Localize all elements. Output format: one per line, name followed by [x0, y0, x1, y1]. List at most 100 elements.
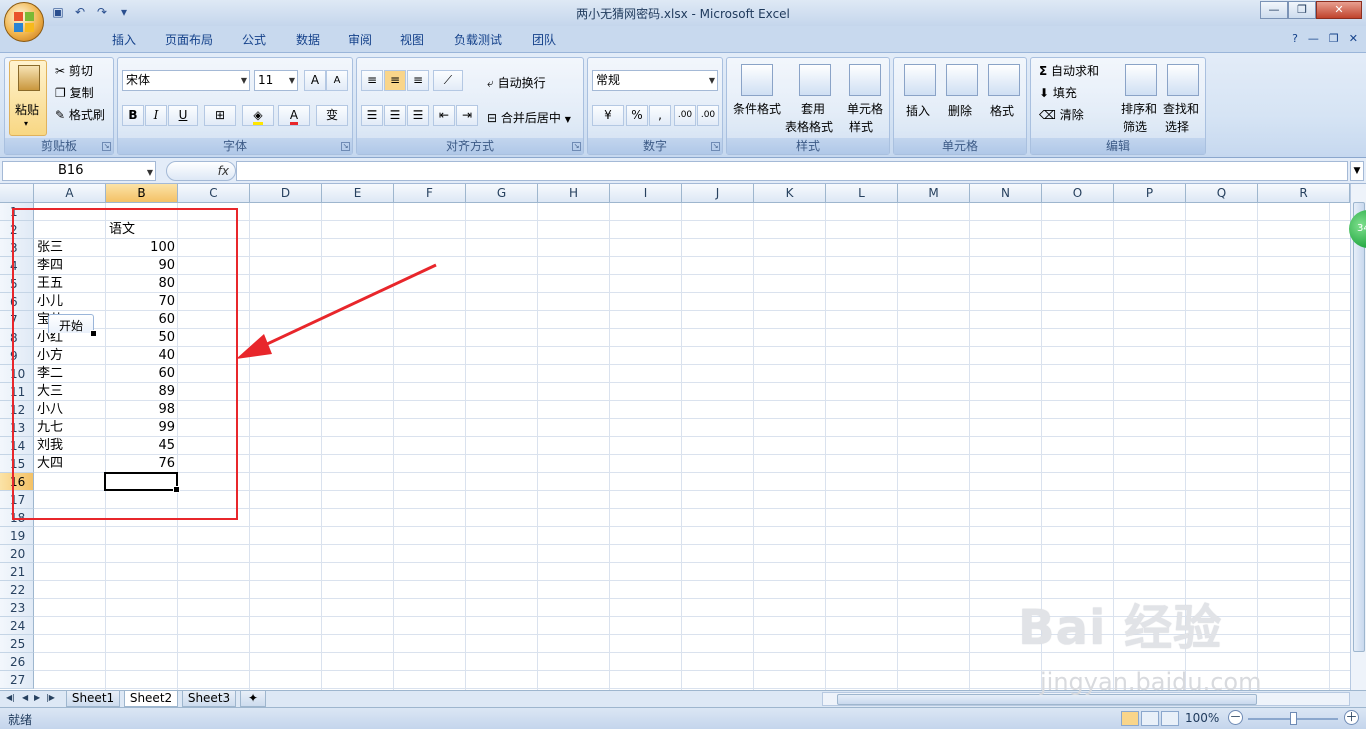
zoom-slider-thumb[interactable]	[1290, 712, 1297, 725]
tab-data[interactable]: 数据	[288, 29, 328, 52]
tab-load-test[interactable]: 负载测试	[446, 29, 510, 52]
underline-button[interactable]: U	[168, 105, 198, 126]
font-size-combo[interactable]: 11 ▼	[254, 70, 298, 91]
ribbon-restore-icon[interactable]: ❐	[1329, 32, 1339, 45]
align-bottom-button[interactable]: ≡	[407, 70, 429, 91]
grow-font-button[interactable]: A	[304, 70, 326, 91]
conditional-format-button[interactable]: 条件格式	[733, 100, 781, 117]
border-button[interactable]: ⊞	[204, 105, 236, 126]
align-right-button[interactable]: ☰	[407, 105, 429, 126]
sort-filter-button[interactable]: 排序和	[1121, 100, 1157, 117]
next-sheet-icon[interactable]: ▶	[34, 693, 40, 702]
help-icon[interactable]: ?	[1292, 32, 1298, 45]
bold-button[interactable]: B	[122, 105, 144, 126]
comma-button[interactable]: ,	[649, 105, 671, 126]
shrink-font-button[interactable]: A	[326, 70, 348, 91]
increase-decimal-button[interactable]: .00	[674, 105, 696, 126]
insert-sheet-button[interactable]: ✦	[240, 691, 266, 707]
clear-button[interactable]: ⌫ 清除	[1039, 106, 1084, 123]
column-header-d[interactable]: D	[250, 184, 322, 203]
delete-cells-button[interactable]: 删除	[948, 102, 972, 119]
row-header-22[interactable]: 22	[0, 581, 34, 599]
clipboard-launcher-icon[interactable]: ↘	[102, 142, 111, 151]
column-header-p[interactable]: P	[1114, 184, 1186, 203]
page-layout-view-icon[interactable]	[1141, 711, 1159, 726]
name-box[interactable]: B16 ▼	[2, 161, 156, 181]
column-header-n[interactable]: N	[970, 184, 1042, 203]
office-button[interactable]	[4, 2, 44, 42]
number-launcher-icon[interactable]: ↘	[711, 142, 720, 151]
tab-formulas[interactable]: 公式	[234, 29, 274, 52]
cell-styles-button[interactable]: 单元格	[847, 100, 883, 117]
restore-button[interactable]: ❐	[1288, 1, 1316, 19]
format-as-table-button[interactable]: 套用	[801, 100, 825, 117]
minimize-button[interactable]: —	[1260, 1, 1288, 19]
column-header-o[interactable]: O	[1042, 184, 1114, 203]
align-center-button[interactable]: ☰	[384, 105, 406, 126]
row-header-27[interactable]: 27	[0, 671, 34, 689]
insert-function-button[interactable]: fx	[166, 161, 236, 181]
column-header-q[interactable]: Q	[1186, 184, 1258, 203]
align-middle-button[interactable]: ≡	[384, 70, 406, 91]
last-sheet-icon[interactable]: |▶	[46, 693, 55, 702]
insert-cells-button[interactable]: 插入	[906, 102, 930, 119]
column-header-r[interactable]: R	[1258, 184, 1350, 203]
vertical-scrollbar[interactable]	[1350, 184, 1366, 690]
sheet-tab-2[interactable]: Sheet2	[124, 691, 178, 707]
orientation-button[interactable]: ⟋	[433, 70, 463, 91]
row-header-19[interactable]: 19	[0, 527, 34, 545]
font-color-button[interactable]: A	[278, 105, 310, 126]
sheet-tab-1[interactable]: Sheet1	[66, 691, 120, 707]
ribbon-minimize-icon[interactable]: —	[1308, 32, 1319, 45]
column-header-l[interactable]: L	[826, 184, 898, 203]
tab-insert[interactable]: 插入	[104, 29, 144, 52]
column-header-k[interactable]: K	[754, 184, 826, 203]
column-header-m[interactable]: M	[898, 184, 970, 203]
merge-center-button[interactable]: ⊟ 合并后居中 ▼	[487, 109, 571, 126]
tab-team[interactable]: 团队	[524, 29, 564, 52]
zoom-in-button[interactable]: ＋	[1344, 710, 1359, 725]
number-format-combo[interactable]: 常规 ▼	[592, 70, 718, 91]
column-header-g[interactable]: G	[466, 184, 538, 203]
copy-button[interactable]: ❐ 复制	[55, 84, 94, 101]
formula-input[interactable]	[236, 161, 1348, 181]
decrease-indent-button[interactable]: ⇤	[433, 105, 455, 126]
select-all-button[interactable]	[0, 184, 34, 203]
page-break-view-icon[interactable]	[1161, 711, 1179, 726]
font-name-combo[interactable]: 宋体 ▼	[122, 70, 250, 91]
percent-button[interactable]: %	[626, 105, 648, 126]
first-sheet-icon[interactable]: ◀|	[6, 693, 15, 702]
row-header-24[interactable]: 24	[0, 617, 34, 635]
row-header-20[interactable]: 20	[0, 545, 34, 563]
column-header-b[interactable]: B	[106, 184, 178, 203]
zoom-out-button[interactable]: －	[1228, 710, 1243, 725]
tab-page-layout[interactable]: 页面布局	[158, 29, 220, 52]
align-left-button[interactable]: ☰	[361, 105, 383, 126]
wrap-text-button[interactable]: ⤶ 自动换行	[487, 74, 546, 91]
expand-formula-bar-icon[interactable]: ▼	[1350, 161, 1364, 181]
decrease-decimal-button[interactable]: .00	[697, 105, 719, 126]
sheet-tab-3[interactable]: Sheet3	[182, 691, 236, 707]
normal-view-icon[interactable]	[1121, 711, 1139, 726]
close-button[interactable]: ✕	[1316, 1, 1362, 19]
italic-button[interactable]: I	[145, 105, 167, 126]
row-header-21[interactable]: 21	[0, 563, 34, 581]
find-select-button[interactable]: 查找和	[1163, 100, 1199, 117]
row-header-25[interactable]: 25	[0, 635, 34, 653]
autosum-button[interactable]: Σ 自动求和	[1039, 62, 1099, 79]
row-header-23[interactable]: 23	[0, 599, 34, 617]
format-cells-button[interactable]: 格式	[990, 102, 1014, 119]
zoom-level[interactable]: 100%	[1185, 711, 1219, 725]
paste-button[interactable]: 粘贴 ▾	[9, 60, 47, 136]
prev-sheet-icon[interactable]: ◀	[22, 693, 28, 702]
column-header-a[interactable]: A	[34, 184, 106, 203]
font-launcher-icon[interactable]: ↘	[341, 142, 350, 151]
column-header-e[interactable]: E	[322, 184, 394, 203]
phonetic-button[interactable]: 变	[316, 105, 348, 126]
fill-button[interactable]: ⬇ 填充	[1039, 84, 1077, 101]
tab-view[interactable]: 视图	[392, 29, 432, 52]
column-header-c[interactable]: C	[178, 184, 250, 203]
vertical-scroll-thumb[interactable]	[1353, 202, 1365, 652]
column-header-j[interactable]: J	[682, 184, 754, 203]
row-header-26[interactable]: 26	[0, 653, 34, 671]
